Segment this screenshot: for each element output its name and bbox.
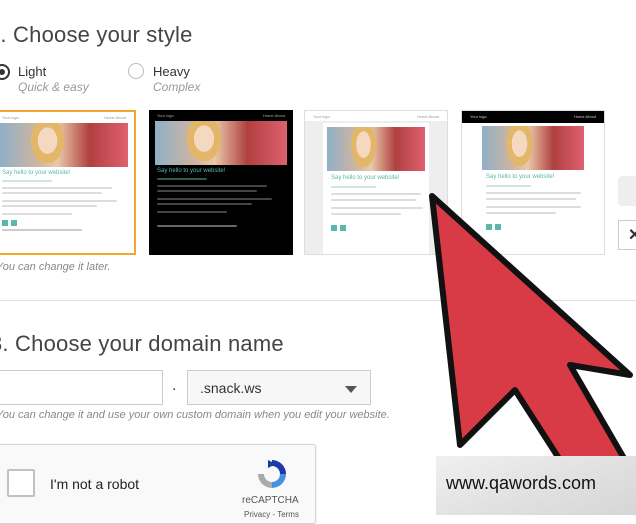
template-hero-image <box>482 126 584 170</box>
light-sublabel: Quick & easy <box>18 80 89 94</box>
recaptcha-widget: I'm not a robot reCAPTCHA Privacy - Term… <box>0 444 316 524</box>
domain-name-input[interactable] <box>0 370 163 405</box>
watermark: www.qawords.com <box>436 456 636 515</box>
template-headline: Say hello to your website! <box>2 170 71 176</box>
domain-dot: . <box>172 377 177 394</box>
pointer-arrow-icon <box>429 193 633 460</box>
template-logo: Your logo <box>313 114 330 119</box>
heavy-sublabel: Complex <box>153 80 201 94</box>
recaptcha-brand: reCAPTCHA <box>242 495 299 506</box>
template-hero-image <box>155 121 287 165</box>
recaptcha-logo-icon <box>255 457 289 496</box>
heavy-radio[interactable] <box>128 63 144 79</box>
template-hero-image <box>327 127 425 171</box>
domain-suffix-select[interactable]: .snack.ws <box>187 370 371 405</box>
style-section-title: 2. Choose your style <box>0 22 193 47</box>
template-logo: Your logo <box>157 113 174 118</box>
template-menu: Home About <box>573 114 596 119</box>
watermark-text: www.qawords.com <box>446 473 597 493</box>
recaptcha-label: I'm not a robot <box>50 476 140 492</box>
domain-suffix-value: .snack.ws <box>200 380 262 396</box>
template-logo: Your logo <box>470 114 487 119</box>
heavy-label[interactable]: Heavy <box>153 64 190 79</box>
style-note: You can change it later. <box>0 261 111 273</box>
template-menu: Home About <box>416 114 439 119</box>
domain-note: You can change it and use your own custo… <box>0 409 390 421</box>
light-label[interactable]: Light <box>18 64 46 79</box>
recaptcha-checkbox[interactable] <box>7 469 35 497</box>
template-headline: Say hello to your website! <box>331 175 400 181</box>
template-card-dark[interactable]: Your logo Home About Say hello to your w… <box>149 110 293 255</box>
template-logo: Your logo <box>2 115 19 120</box>
template-menu: Home About <box>262 113 285 118</box>
template-hero-image <box>0 123 128 167</box>
template-menu: Home About <box>103 115 126 120</box>
domain-section-title: 3. Choose your domain name <box>0 331 284 356</box>
template-headline: Say hello to your website! <box>157 168 226 174</box>
light-radio[interactable] <box>0 64 10 80</box>
template-card-light[interactable]: Your logo Home About Say hello to your w… <box>0 110 136 255</box>
chevron-down-icon <box>345 386 357 393</box>
template-headline: Say hello to your website! <box>486 174 555 180</box>
